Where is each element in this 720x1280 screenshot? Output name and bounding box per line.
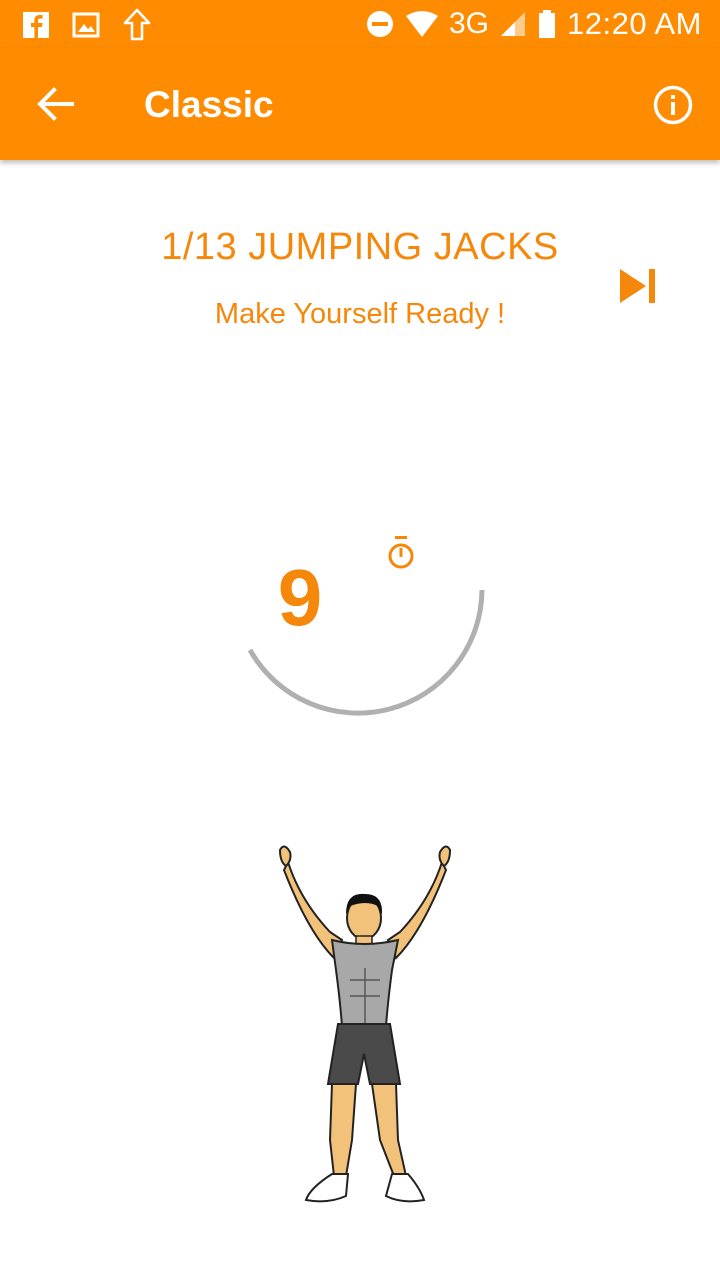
battery-icon [539,10,556,38]
upload-arrow-icon [123,8,151,41]
wifi-icon [405,11,438,37]
arrow-back-icon [37,87,74,121]
info-icon [653,85,693,125]
app-bar: Classic [0,48,720,160]
back-button[interactable] [30,78,82,130]
stopwatch-icon [388,536,414,569]
system-status: 3G 12:20 AM [365,6,702,42]
facebook-icon [23,12,49,38]
do-not-disturb-icon [366,11,393,37]
skip-button[interactable] [618,266,660,306]
skip-next-icon [620,269,655,303]
signal-icon [501,12,526,36]
countdown-value: 9 [277,553,323,642]
network-type: 3G [448,7,490,40]
clock: 12:20 AM [567,6,702,41]
image-icon [72,12,100,38]
status-bar: 3G 12:20 AM [0,0,720,48]
notification-icons [22,8,152,42]
info-button[interactable] [652,84,694,126]
page-title: Classic [144,84,274,125]
exercise-title: 1/13 JUMPING JACKS [161,226,559,268]
jumping-jacks-illustration [278,845,452,1203]
ready-message: Make Yourself Ready ! [214,298,506,330]
